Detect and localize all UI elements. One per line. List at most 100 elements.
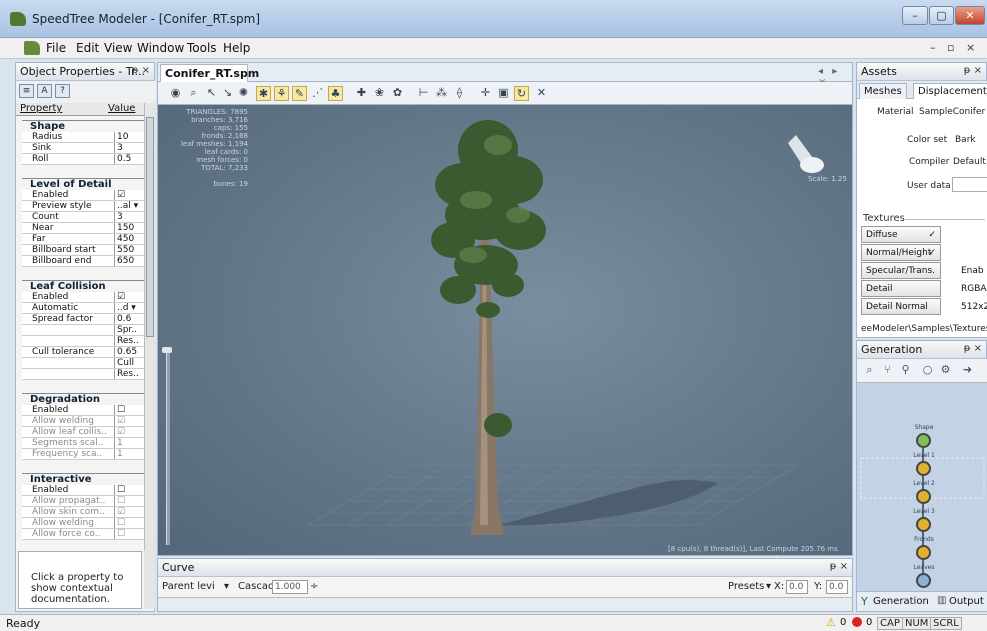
categorized-view-icon[interactable]: ≡ xyxy=(19,84,34,98)
warning-icon[interactable]: ⚠ xyxy=(826,616,836,629)
light-icon[interactable]: ✺ xyxy=(236,86,251,101)
cascade-input[interactable]: 1.000 xyxy=(272,580,308,594)
property-section-header[interactable]: Level of Detail xyxy=(22,178,144,190)
property-value[interactable]: 150 xyxy=(114,223,142,233)
property-row[interactable]: Allow skin com.. ☑ xyxy=(22,507,144,518)
wireframe-icon[interactable]: ⋰ xyxy=(310,86,325,101)
scrollbar-thumb[interactable] xyxy=(146,117,154,337)
forces-toggle-icon[interactable]: ♣ xyxy=(328,86,343,101)
properties-scrollbar[interactable] xyxy=(144,103,155,551)
y-input[interactable]: 0.0 xyxy=(826,580,848,594)
menu-help[interactable]: Help xyxy=(223,41,250,55)
property-section-header[interactable]: Interactive Degrad... xyxy=(22,473,144,496)
property-row[interactable]: Allow propagat.. ☐ xyxy=(22,496,144,507)
generation-pin-close[interactable]: ᵽ × xyxy=(964,343,982,354)
curve-pin-close[interactable]: ᵽ × xyxy=(830,561,848,572)
help-toggle-icon[interactable]: ? xyxy=(55,84,70,98)
texture-button[interactable]: Normal/Height ✓ xyxy=(861,244,941,261)
color-set-select[interactable]: Bark xyxy=(955,135,976,145)
property-section-header[interactable]: Shape xyxy=(22,120,144,132)
property-section-header[interactable]: Leaf Collision xyxy=(22,280,144,292)
property-value[interactable]: ☑ xyxy=(114,292,142,302)
menu-file[interactable]: File xyxy=(46,41,66,55)
error-icon[interactable] xyxy=(852,617,862,627)
property-row[interactable]: Allow welding ☐ xyxy=(22,518,144,529)
texture-button[interactable]: Specular/Trans. xyxy=(861,262,941,279)
fronds-toggle-icon[interactable]: ✎ xyxy=(292,86,307,101)
ruler-icon[interactable]: ⊢ xyxy=(416,86,431,101)
property-row[interactable]: Cull tolerance 0.65 xyxy=(22,347,144,358)
generator-node[interactable] xyxy=(916,517,931,532)
property-value[interactable]: 650 xyxy=(114,256,142,266)
property-value[interactable]: Cull xyxy=(114,358,142,368)
help-scrollbar[interactable] xyxy=(144,551,155,609)
compiler-select[interactable]: Default xyxy=(953,157,986,167)
minimize-button[interactable]: – xyxy=(902,6,928,25)
property-row[interactable]: Allow force co.. ☐ xyxy=(22,529,144,540)
parent-level-select[interactable]: Parent levi xyxy=(162,581,215,592)
generator-node[interactable] xyxy=(916,573,931,588)
property-value[interactable]: 3 xyxy=(114,212,142,222)
property-row[interactable]: Far 450 xyxy=(22,234,144,245)
property-section-header[interactable]: Degradation xyxy=(22,393,144,405)
add-force-icon[interactable]: ✚ xyxy=(354,86,369,101)
property-row[interactable]: Radius 10 xyxy=(22,132,144,143)
menu-edit[interactable]: Edit xyxy=(76,41,99,55)
property-row[interactable]: Enabled ☐ xyxy=(22,405,144,416)
menu-tools[interactable]: Tools xyxy=(187,41,217,55)
property-row[interactable]: Spread factor 0.6 xyxy=(22,314,144,325)
property-value[interactable]: ☑ xyxy=(114,427,142,437)
property-row[interactable]: Billboard end 650 xyxy=(22,256,144,267)
lod-slider-track[interactable] xyxy=(166,350,170,545)
property-value[interactable]: 0.6 xyxy=(114,314,142,324)
property-value[interactable]: ☐ xyxy=(114,529,142,539)
tab-output[interactable]: Output xyxy=(949,596,984,607)
maximize-button[interactable]: ▢ xyxy=(929,6,954,25)
property-value[interactable]: 550 xyxy=(114,245,142,255)
clear-icon[interactable]: ✕ xyxy=(534,86,549,101)
tab-conifer-rt[interactable]: Conifer_RT.spm xyxy=(160,64,259,82)
add-generator-icon[interactable]: ⑂ xyxy=(881,364,894,377)
curve-area[interactable] xyxy=(158,597,852,611)
x-input[interactable]: 0.0 xyxy=(786,580,808,594)
mdi-controls[interactable]: – ▫ × xyxy=(930,41,979,54)
lod-slider-handle[interactable] xyxy=(162,347,172,353)
flower-icon[interactable]: ✿ xyxy=(390,86,405,101)
property-value[interactable]: 0.5 xyxy=(114,154,142,164)
tab-generation[interactable]: Generation xyxy=(873,596,929,607)
property-row[interactable]: Segments scal.. 1 xyxy=(22,438,144,449)
parent-level-dropdown-icon[interactable]: ▾ xyxy=(224,581,229,592)
property-row[interactable]: Count 3 xyxy=(22,212,144,223)
texture-button[interactable]: Detail xyxy=(861,280,941,297)
property-value[interactable]: Res.. xyxy=(114,369,142,379)
node-select-icon[interactable]: ↘ xyxy=(220,86,235,101)
assets-pin-close[interactable]: ᵽ × xyxy=(964,65,982,76)
value-column[interactable]: Value xyxy=(108,103,135,114)
property-value[interactable]: Spr.. xyxy=(114,325,142,335)
property-value[interactable]: 0.65 xyxy=(114,347,142,357)
property-value[interactable]: 1 xyxy=(114,449,142,459)
branches-toggle-icon[interactable]: ⚘ xyxy=(274,86,289,101)
property-value[interactable]: 450 xyxy=(114,234,142,244)
panel-pin-close[interactable]: ᵽ × xyxy=(132,65,150,76)
texture-button[interactable]: Detail Normal xyxy=(861,298,941,315)
property-row[interactable]: Roll 0.5 xyxy=(22,154,144,165)
property-value[interactable]: 10 xyxy=(114,132,142,142)
menu-window[interactable]: Window xyxy=(137,41,184,55)
property-value[interactable]: ..al ▾ xyxy=(114,201,142,211)
settings-icon[interactable]: ⚙ xyxy=(939,364,952,377)
presets-button[interactable]: Presets xyxy=(728,581,764,592)
property-value[interactable]: Res.. xyxy=(114,336,142,346)
close-button[interactable]: ✕ xyxy=(955,6,985,25)
property-row[interactable]: Enabled ☑ xyxy=(22,292,144,303)
property-row[interactable]: Res.. xyxy=(22,336,144,347)
frame-icon[interactable]: ▣ xyxy=(496,86,511,101)
grid-icon[interactable]: ⁂ xyxy=(434,86,449,101)
property-row[interactable]: Cull xyxy=(22,358,144,369)
property-value[interactable]: ☐ xyxy=(114,485,142,495)
generator-node[interactable] xyxy=(916,489,931,504)
property-value[interactable]: ☑ xyxy=(114,507,142,517)
generation-graph[interactable]: Shape Level 1 Level 2 Level 3 Fronds Leaves xyxy=(857,383,987,591)
rotate-icon[interactable]: ↻ xyxy=(514,86,529,101)
cascade-spinner-icon[interactable]: ÷ xyxy=(310,581,318,592)
